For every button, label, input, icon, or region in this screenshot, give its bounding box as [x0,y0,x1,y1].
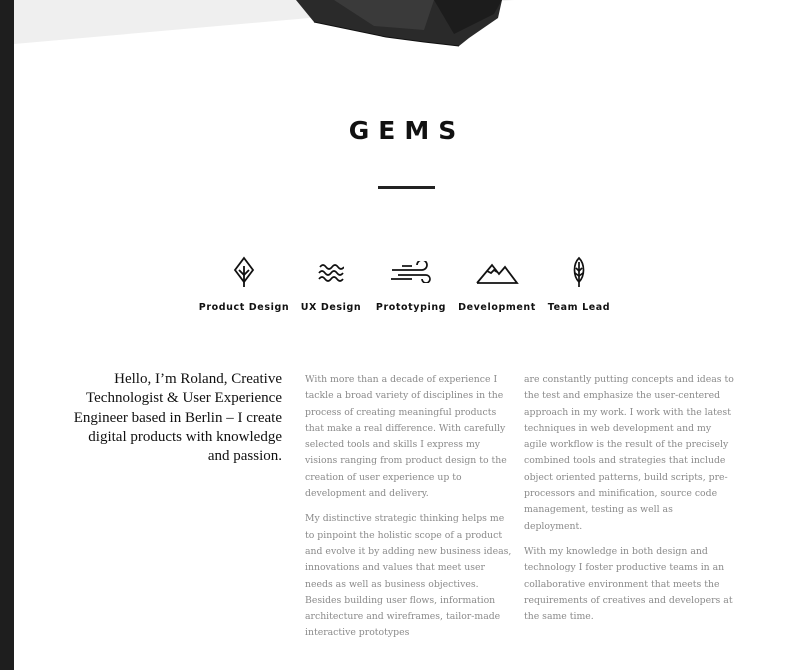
body-paragraph: With more than a decade of experience I … [305,374,507,500]
body-paragraph: are constantly putting concepts and idea… [524,374,734,532]
hero-image [14,0,786,60]
feather-icon [524,252,634,292]
body-paragraph: My distinctive strategic thinking helps … [305,513,512,639]
body-paragraph: With my knowledge in both design and tec… [524,545,733,623]
left-rail [0,0,14,670]
body-column-2: are constantly putting concepts and idea… [524,372,734,634]
intro-text: Hello, I’m Roland, Creative Technologist… [73,371,282,465]
skill-label: Team Lead [547,302,611,313]
title-divider [378,186,435,189]
body-column-1: With more than a decade of experience I … [305,372,515,651]
skills-row: Product Design UX Design Prototyping Dev… [0,252,786,322]
section-title: GEMS [348,116,466,145]
skill-team-lead: Team Lead [524,252,634,313]
